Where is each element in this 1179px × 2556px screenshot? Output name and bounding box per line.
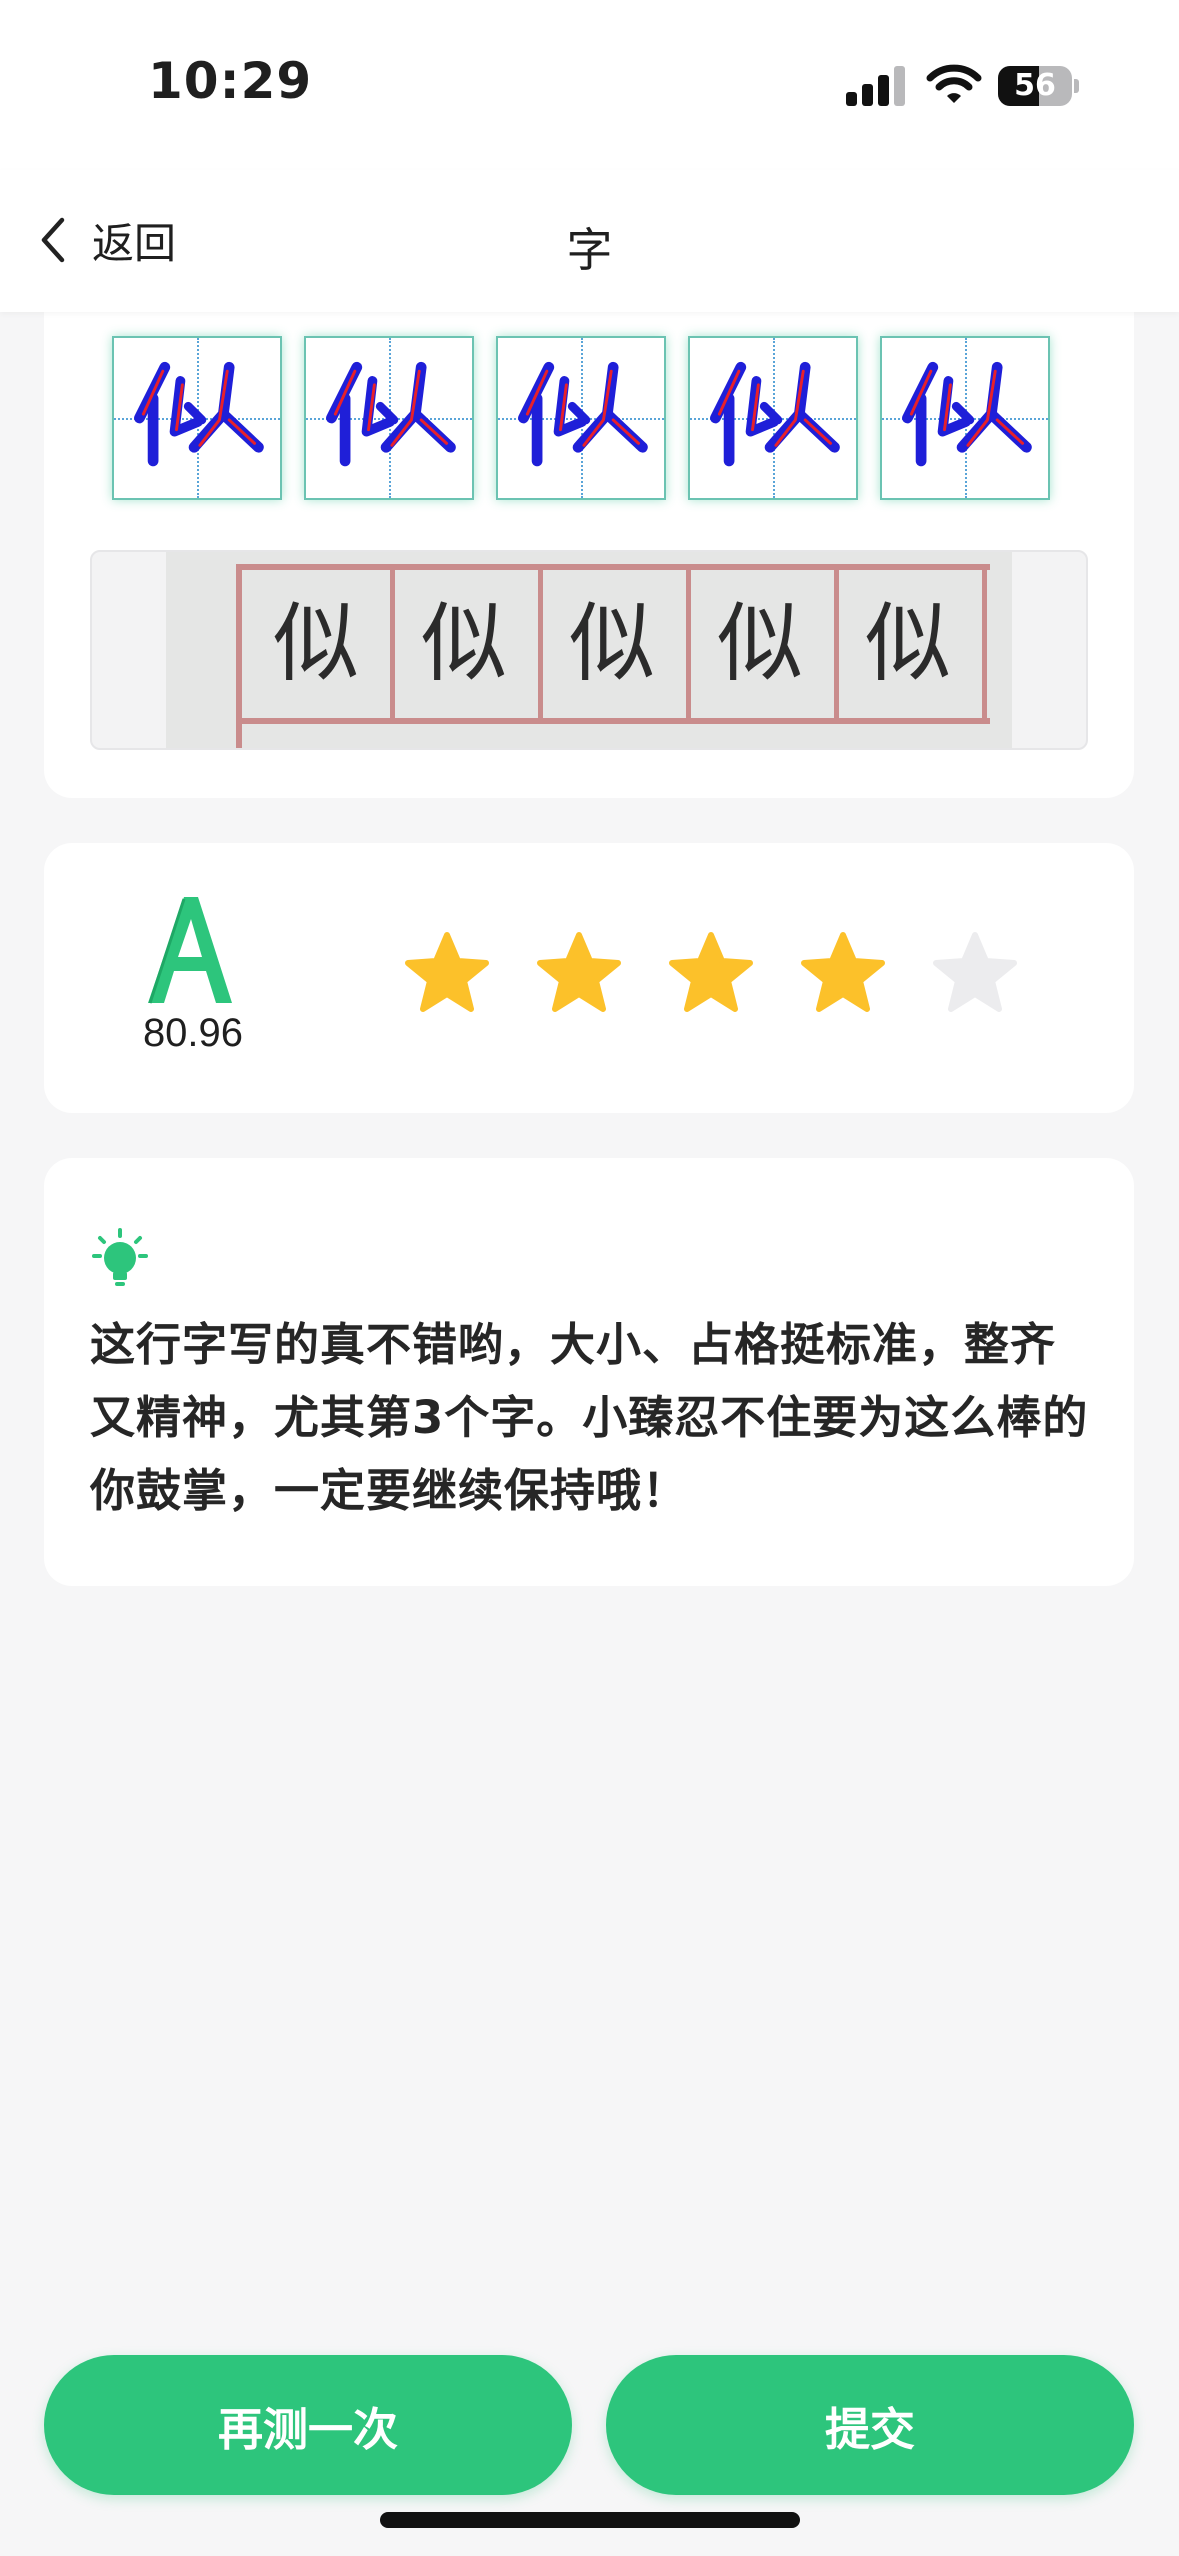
photo-character: 似 (273, 594, 359, 694)
battery-icon: 56 (998, 66, 1079, 106)
star-rating (404, 931, 1084, 1021)
analysis-cells (112, 336, 1072, 502)
star-empty-icon (933, 932, 1017, 1012)
star-filled-icon (669, 932, 753, 1012)
photo-character: 似 (569, 594, 655, 694)
photo-character: 似 (421, 594, 507, 694)
wifi-icon (926, 64, 982, 103)
character-strokes (710, 361, 840, 467)
photo-character: 似 (865, 594, 951, 694)
photo-cell: 似 (686, 570, 839, 718)
analysis-cell[interactable] (304, 336, 474, 500)
star-filled-icon (537, 932, 621, 1012)
character-strokes (518, 361, 648, 467)
cellular-signal-icon (846, 66, 906, 106)
photo-character: 似 (717, 594, 803, 694)
handwriting-photo[interactable]: 似似似似似 (90, 550, 1088, 750)
character-strokes (902, 361, 1032, 467)
submit-button[interactable]: 提交 (606, 2355, 1134, 2495)
photo-cell: 似 (390, 570, 543, 718)
feedback-card: 这行字写的真不错哟，大小、占格挺标准，整齐又精神，尤其第3个字。小臻忍不住要为这… (44, 1158, 1134, 1586)
photo-cell: 似 (834, 570, 987, 718)
nav-bar: 返回 字 (0, 170, 1179, 312)
practice-card: 似似似似似 (44, 260, 1134, 798)
star-filled-icon (405, 932, 489, 1012)
page-title: 字 (566, 223, 613, 277)
analysis-cell[interactable] (496, 336, 666, 500)
status-bar: 10:29 56 (0, 0, 1179, 170)
character-strokes (326, 361, 456, 467)
grade-badge: A (148, 897, 232, 1004)
analysis-cell[interactable] (112, 336, 282, 500)
photo-image: 似似似似似 (166, 552, 1012, 748)
character-strokes (134, 361, 264, 467)
retry-button[interactable]: 再测一次 (44, 2355, 572, 2495)
star-filled-icon (801, 932, 885, 1012)
analysis-cell[interactable] (688, 336, 858, 500)
status-time: 10:29 (148, 52, 313, 110)
home-indicator (380, 2512, 800, 2528)
lightbulb-icon (92, 1228, 148, 1286)
photo-cell: 似 (538, 570, 691, 718)
analysis-cell[interactable] (880, 336, 1050, 500)
photo-grid: 似似似似似 (236, 564, 990, 748)
score-value: 80.96 (142, 1011, 244, 1055)
score-card: A 80.96 (44, 843, 1134, 1113)
feedback-text: 这行字写的真不错哟，大小、占格挺标准，整齐又精神，尤其第3个字。小臻忍不住要为这… (90, 1318, 1089, 1517)
photo-cell: 似 (242, 570, 395, 718)
battery-level: 56 (1014, 68, 1056, 103)
